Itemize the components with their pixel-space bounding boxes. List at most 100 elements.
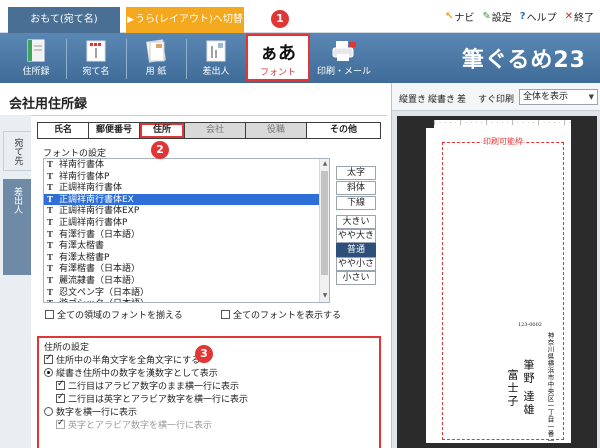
font-list-item-label: 祥南行書体 bbox=[59, 160, 105, 170]
radio-unselected bbox=[44, 407, 53, 416]
size-small-button[interactable]: 小さい bbox=[336, 271, 376, 285]
portrait-button[interactable]: 縦置き bbox=[399, 92, 426, 105]
scroll-thumb[interactable] bbox=[321, 171, 328, 275]
toolbar-font-button[interactable]: ぁあ フォント bbox=[246, 34, 310, 81]
italic-button[interactable]: 斜体 bbox=[336, 181, 376, 195]
horizontal-alpha-label: 英字とアラビア数字を横一行に表示 bbox=[68, 421, 213, 431]
truetype-font-icon: T bbox=[47, 228, 53, 239]
settings-panel: 会社用住所録 宛て先 差出人 氏名 郵便番号 住所 会社 役職 その他 フォント… bbox=[0, 83, 391, 448]
bold-button[interactable]: 太字 bbox=[336, 166, 376, 180]
preview-name-1: 筆野 達雄 bbox=[522, 359, 535, 417]
tab-switch-back-layout[interactable]: ▶うら(レイアウト)へ切替 bbox=[126, 7, 244, 33]
exit-link[interactable]: ✕ 終了 bbox=[565, 9, 594, 24]
address-group-label: 住所の設定 bbox=[44, 343, 90, 353]
step-badge-1: 1 bbox=[271, 10, 289, 28]
scroll-down-icon[interactable]: ▼ bbox=[321, 292, 329, 301]
step-badge-3: 3 bbox=[195, 345, 213, 363]
toolbar-label-recipient: 宛て名 bbox=[82, 67, 110, 77]
printable-area-label: 印刷可能枠 bbox=[482, 136, 524, 147]
align-all-fonts-label: 全ての領域のフォントを揃える bbox=[57, 311, 183, 321]
app-brand-logo: 筆ぐるめ23 bbox=[461, 48, 586, 73]
preview-name-2: 富士子 bbox=[506, 369, 519, 408]
font-list-item[interactable]: T 有澤楷書（日本語） bbox=[44, 263, 329, 275]
preview-toolbar: 縦置き 縦書き 差 すぐ印刷 全体を表示 ▼ bbox=[392, 83, 600, 111]
settings-link[interactable]: ✎ 設定 bbox=[482, 9, 511, 24]
navi-link[interactable]: ↖ ナビ bbox=[445, 9, 474, 24]
truetype-font-icon: T bbox=[47, 251, 53, 262]
toolbar-label-address-book: 住所録 bbox=[22, 67, 50, 77]
font-list-item-label: 正調祥南行書体 bbox=[59, 183, 123, 194]
size-slightly-small-button[interactable]: やや小さい bbox=[336, 257, 376, 281]
truetype-font-icon: T bbox=[47, 216, 53, 227]
quick-print-button[interactable]: すぐ印刷 bbox=[478, 92, 514, 105]
underline-button[interactable]: 下線 bbox=[336, 196, 376, 210]
tab-front-address[interactable]: おもて(宛て名) bbox=[8, 7, 120, 33]
show-all-fonts-checkbox[interactable]: 全てのフォントを表示する bbox=[221, 308, 341, 321]
truetype-font-icon: T bbox=[47, 205, 53, 216]
side-tab-sender-label: 差出人 bbox=[12, 187, 22, 214]
align-all-fonts-checkbox[interactable]: 全ての領域のフォントを揃える bbox=[45, 308, 183, 321]
tab-company[interactable]: 会社 bbox=[185, 123, 245, 138]
checkbox-box bbox=[221, 310, 230, 319]
line2-alpha-checkbox[interactable]: 二行目は英字とアラビア数字を横一行に表示 bbox=[56, 392, 248, 405]
toolbar-paper-button[interactable]: 用 紙 bbox=[128, 33, 184, 83]
paper-icon bbox=[146, 39, 166, 63]
horizontal-numbers-radio[interactable]: 数字を横一行に表示 bbox=[44, 405, 137, 418]
tab-switch-back-label: うら(レイアウト)へ切替 bbox=[135, 14, 243, 25]
font-list[interactable]: T 祥南行書体 T 祥南行書体P T 正調祥南行書体 T 正調祥南行書体EX T 正調祥南行書体E… bbox=[43, 158, 330, 303]
font-list-item-label: 游ゴシック（日本語） bbox=[59, 299, 149, 302]
halfwidth-to-fullwidth-checkbox[interactable]: 住所中の半角文字を全角文字にする bbox=[44, 353, 200, 366]
font-list-item[interactable]: T游ゴシック（日本語） bbox=[44, 298, 329, 302]
toolbar-label-sender: 差出人 bbox=[202, 67, 230, 77]
line2-arabic-checkbox[interactable]: 二行目はアラビア数字のまま横一行に表示 bbox=[56, 379, 239, 392]
side-tab-sender[interactable]: 差出人 bbox=[3, 179, 31, 275]
font-list-item[interactable]: T 有澤太楷書P bbox=[44, 252, 329, 264]
font-list-item[interactable]: T 祥南行書体P bbox=[44, 171, 329, 183]
printer-icon bbox=[332, 41, 356, 61]
font-list-item[interactable]: T 忍文ペン字（日本語） bbox=[44, 287, 329, 299]
view-mode-select[interactable]: 全体を表示 ▼ bbox=[519, 89, 598, 105]
field-tabs: 氏名 郵便番号 住所 会社 役職 その他 bbox=[37, 122, 381, 139]
size-slightly-large-button[interactable]: やや大きい bbox=[336, 229, 376, 253]
truetype-font-icon: T bbox=[47, 298, 56, 302]
font-list-item[interactable]: T 正調祥南行書体EXP bbox=[44, 205, 329, 217]
tab-name[interactable]: 氏名 bbox=[38, 123, 88, 138]
help-link[interactable]: ? ヘルプ bbox=[520, 9, 557, 24]
side-tab-recipient[interactable]: 宛て先 bbox=[3, 131, 31, 171]
font-list-item[interactable]: T 祥南行書体 bbox=[44, 159, 329, 171]
checkbox-checked bbox=[56, 392, 65, 403]
font-list-item[interactable]: T 正調祥南行書体EX bbox=[44, 193, 329, 206]
font-list-item[interactable]: T 有澤行書（日本語） bbox=[44, 229, 329, 241]
toolbar-recipient-button[interactable]: 宛て名 bbox=[68, 33, 124, 83]
font-list-item[interactable]: T 有澤太楷書 bbox=[44, 240, 329, 252]
chevron-right-icon: ▶ bbox=[127, 15, 135, 25]
horizontal-numbers-label: 数字を横一行に表示 bbox=[56, 408, 138, 418]
ruler-top: | · · · · | · · · · | · · · · | · · · · … bbox=[434, 120, 571, 128]
line2-arabic-label: 二行目はアラビア数字のまま横一行に表示 bbox=[68, 382, 240, 392]
font-list-item[interactable]: T 正調祥南行書体 bbox=[44, 182, 329, 194]
tab-zipcode[interactable]: 郵便番号 bbox=[89, 123, 139, 138]
horizontal-alpha-checkbox[interactable]: 英字とアラビア数字を横一行に表示 bbox=[56, 418, 212, 431]
vertical-writing-button[interactable]: 縦書き bbox=[428, 92, 455, 105]
toolbar-sender-button[interactable]: 差出人 bbox=[188, 33, 244, 83]
tab-address[interactable]: 住所 bbox=[140, 123, 184, 138]
toolbar-address-book-button[interactable]: 住所録 bbox=[8, 33, 64, 83]
top-bar: おもて(宛て名) ▶うら(レイアウト)へ切替 ↖ ナビ ✎ 設定 ? ヘルプ ✕ 終了 bbox=[0, 0, 600, 33]
kanji-numerals-radio[interactable]: 縦書き住所中の数字を漢数字として表示 bbox=[44, 366, 218, 379]
close-icon: ✕ bbox=[564, 11, 573, 22]
preview-address: 神奈川県横浜市中央区一丁目一番一 bbox=[546, 332, 554, 444]
font-list-scrollbar[interactable]: ▲ ▼ bbox=[319, 159, 329, 302]
truetype-font-icon: T bbox=[47, 182, 53, 193]
font-list-item[interactable]: T 正調祥南行書体P bbox=[44, 217, 329, 229]
size-large-button[interactable]: 大きい bbox=[336, 215, 376, 229]
font-list-item-label: 正調祥南行書体EXP bbox=[59, 206, 140, 217]
tab-position[interactable]: 役職 bbox=[246, 123, 306, 138]
tab-other[interactable]: その他 bbox=[307, 123, 380, 138]
size-normal-button[interactable]: 普通 bbox=[336, 243, 376, 257]
toolbar-print-mail-button[interactable]: 印刷・メール bbox=[314, 33, 374, 83]
font-list-item-label: 有澤行書（日本語） bbox=[59, 229, 141, 240]
font-list-item[interactable]: T 麗流隷書（日本語） bbox=[44, 275, 329, 287]
diff-button[interactable]: 差 bbox=[457, 92, 466, 105]
truetype-font-icon: T bbox=[47, 159, 53, 169]
scroll-up-icon[interactable]: ▲ bbox=[321, 160, 329, 169]
